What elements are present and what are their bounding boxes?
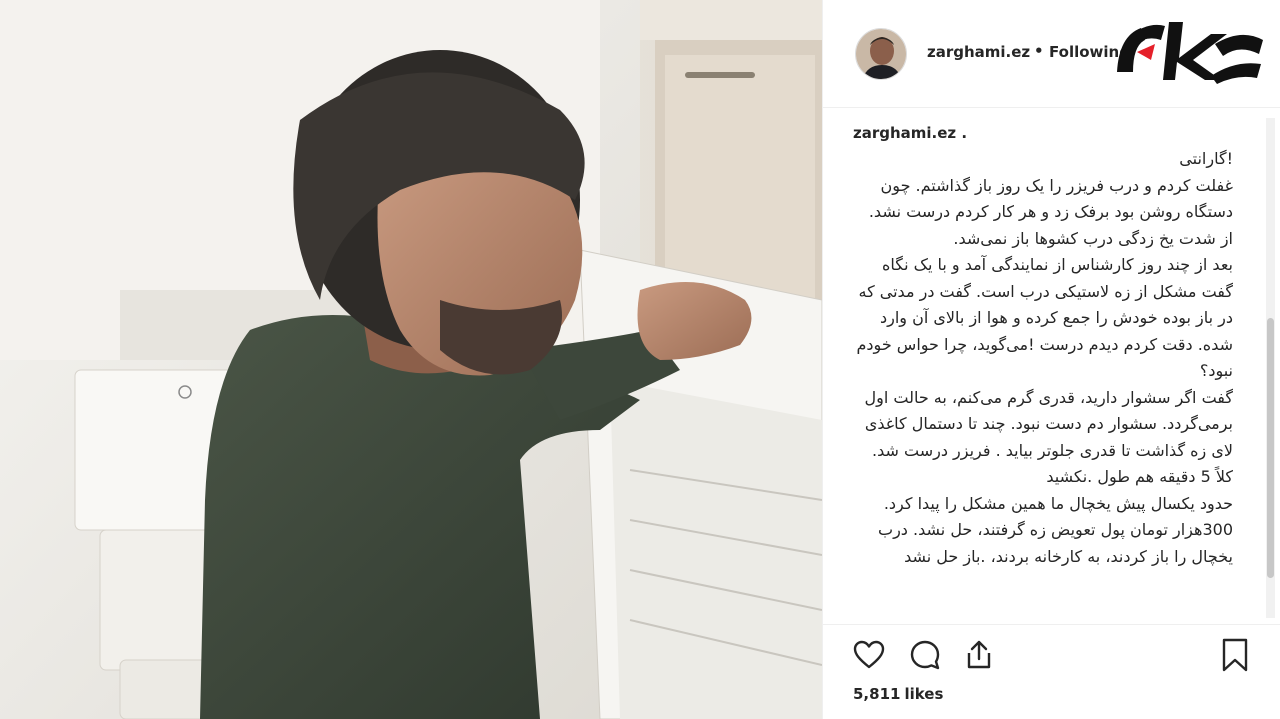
likes-label: likes (904, 685, 944, 703)
header-separator: • (1034, 42, 1044, 60)
caption-paragraph: غفلت کردم و درب فریزر را یک روز باز گذاش… (868, 175, 1233, 248)
likes-count[interactable]: 5,811 likes (853, 685, 943, 703)
caption-paragraph: گفت اگر سشوار دارید، قدری گرم می‌کنم، به… (864, 387, 1233, 487)
save-button[interactable] (1217, 637, 1253, 673)
post-caption: zarghami.ez . !گارانتی غفلت کردم و درب ف… (853, 120, 1248, 618)
caption-scrollbar[interactable] (1266, 118, 1275, 618)
share-icon (967, 640, 991, 669)
caption-paragraph: بعد از چند روز کارشناس از نمایندگی آمد و… (856, 255, 1233, 380)
caption-text: !گارانتی غفلت کردم و درب فریزر را یک روز… (853, 146, 1233, 570)
post-panel: zarghami.ez • Following zarghami.ez . !گ… (822, 0, 1280, 719)
caption-username[interactable]: zarghami.ez . (853, 120, 1248, 146)
avatar-image (856, 29, 906, 79)
rokna-logo (1117, 22, 1263, 84)
post-photo (0, 0, 822, 719)
post-header: zarghami.ez • Following (823, 0, 1280, 108)
share-button[interactable] (961, 637, 997, 673)
caption-paragraph: !گارانتی (1179, 149, 1233, 168)
comment-icon (910, 640, 940, 670)
avatar[interactable] (855, 28, 907, 80)
likes-number: 5,811 (853, 685, 901, 703)
heart-icon (853, 640, 885, 669)
comment-button[interactable] (907, 637, 943, 673)
bookmark-icon (1222, 638, 1248, 672)
scrollbar-thumb[interactable] (1267, 318, 1274, 578)
photo-man-at-freezer (0, 0, 822, 719)
caption-paragraph: حدود یکسال پیش یخچال ما همین مشکل را پید… (878, 493, 1233, 566)
action-bar: 5,811 likes (823, 624, 1280, 719)
like-button[interactable] (851, 637, 887, 673)
header-username[interactable]: zarghami.ez (927, 43, 1030, 61)
